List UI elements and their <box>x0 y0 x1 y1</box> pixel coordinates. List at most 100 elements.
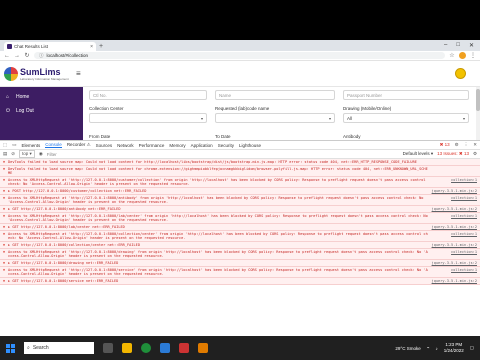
maximize-button[interactable]: □ <box>456 42 460 49</box>
console-message: Access to XMLHttpRequest at 'http://127.… <box>8 250 428 258</box>
chrome-icon[interactable] <box>141 343 151 353</box>
page-scrollbar[interactable] <box>476 87 480 140</box>
console-error-row[interactable]: ✖ Access to XMLHttpRequest at 'http://127… <box>0 249 480 260</box>
console-source-link[interactable] <box>429 160 477 164</box>
windows-start-icon[interactable] <box>6 343 15 353</box>
console-source-link[interactable]: collection:1 <box>429 214 477 222</box>
name-placeholder: Name <box>219 92 232 98</box>
console-error-row[interactable]: ✖ Access to XMLHttpRequest at 'http://127… <box>0 267 480 278</box>
console-source-link[interactable]: collection:1 <box>429 250 477 258</box>
url-text: localhost/#/collection <box>46 53 89 58</box>
console-error-row[interactable]: ✖ ► POST http://127.0.0.1:8000/customer/c… <box>0 188 480 195</box>
task-view-icon[interactable] <box>103 343 113 353</box>
console-source-link[interactable]: jquery-3.5.1.min.js:2 <box>429 243 477 247</box>
tab-memory[interactable]: Memory <box>169 143 185 148</box>
vscode-icon[interactable] <box>160 343 170 353</box>
console-settings-icon[interactable]: ⚙ <box>473 151 477 157</box>
console-source-link[interactable]: jquery-3.5.1.min.js:2 <box>429 189 477 193</box>
app-icon[interactable] <box>179 343 189 353</box>
volume-icon[interactable]: ♪ <box>435 346 437 351</box>
console-source-link[interactable]: collection:1 <box>429 268 477 276</box>
eye-icon[interactable]: ◉ <box>39 151 43 157</box>
console-source-link[interactable]: jquery-3.5.1.min.js:2 <box>429 261 477 265</box>
devtools-menu-icon[interactable]: ⋮ <box>464 142 469 148</box>
forward-icon[interactable]: → <box>14 53 20 59</box>
issues-counter[interactable]: 13 Issues: ✖ 13 <box>437 151 469 157</box>
star-icon[interactable]: ☆ <box>449 52 455 59</box>
sidebar-item-label: Log Out <box>16 108 34 114</box>
console-error-row[interactable]: ✖ DevTools failed to load source map: Cou… <box>0 166 480 177</box>
console-source-link[interactable]: collection:1 <box>429 178 477 186</box>
close-devtools-icon[interactable]: ✕ <box>473 142 477 148</box>
tab-sources[interactable]: Sources <box>96 143 113 148</box>
app-icon[interactable] <box>198 343 208 353</box>
requested-by-select[interactable]: ▾ <box>215 113 335 123</box>
url-field[interactable]: ⓘ localhost/#/collection <box>34 52 445 59</box>
console-error-row[interactable]: ✖ Access to XMLHttpRequest at 'http://127… <box>0 231 480 242</box>
tab-network[interactable]: Network <box>117 143 134 148</box>
collection-center-select[interactable]: ▾ <box>89 113 207 123</box>
close-tab-icon[interactable]: × <box>90 44 93 50</box>
console-error-row[interactable]: ✖ ► GET http://127.0.0.1:8000/lab/center … <box>0 224 480 231</box>
console-source-link[interactable]: jquery-3.5.1.min.js:2 <box>429 225 477 229</box>
browser-tab[interactable]: Chat Results List × <box>4 42 96 51</box>
tab-application[interactable]: Application <box>191 143 213 148</box>
notifications-icon[interactable]: ▢ <box>470 345 474 351</box>
tab-elements[interactable]: Elements <box>22 143 41 148</box>
console-source-link[interactable]: collection:1 <box>429 196 477 204</box>
taskbar-search[interactable]: ⌕ Search <box>24 342 94 354</box>
clear-console-icon[interactable]: ⊘ <box>11 151 15 157</box>
console-error-row[interactable]: ✖ ► GET http://127.0.0.1:8000/service net… <box>0 278 480 285</box>
error-count-badge[interactable]: ✖ 13 <box>440 142 450 148</box>
console-message: Access to XMLHttpRequest at 'http://127.… <box>8 232 428 240</box>
sidebar-toggle-icon[interactable]: ▤ <box>3 151 7 157</box>
tab-console[interactable]: Console <box>45 142 62 148</box>
console-source-link[interactable]: collection:1 <box>429 232 477 240</box>
console-source-link[interactable]: jquery-3.5.1.min.js:2 <box>429 279 477 283</box>
hamburger-menu-icon[interactable]: ≡ <box>76 69 81 78</box>
log-levels-select[interactable]: Default levels ▾ <box>403 151 434 157</box>
sidebar-item-home[interactable]: ⌂ Home <box>0 90 83 104</box>
sidebar-item-logout[interactable]: ⏻ Log Out <box>0 104 83 118</box>
file-explorer-icon[interactable] <box>122 343 132 353</box>
passport-placeholder: Passport Number <box>347 92 383 98</box>
scrollbar-thumb[interactable] <box>476 89 480 111</box>
device-toggle-icon[interactable]: ▭ <box>12 142 16 148</box>
console-filter-input[interactable]: Filter <box>47 152 399 157</box>
console-source-link[interactable] <box>429 167 477 175</box>
close-window-button[interactable]: ✕ <box>469 42 474 49</box>
console-error-row[interactable]: ✖ ► GET http://127.0.0.1:8000/antibody ne… <box>0 206 480 213</box>
main-form: Ctl No. Name Passport Number Collection … <box>83 87 480 140</box>
console-error-row[interactable]: ✖ ► GET http://127.0.0.1:8000/drawing net… <box>0 260 480 267</box>
tab-recorder[interactable]: Recorder ⚠ <box>67 142 91 148</box>
tab-performance[interactable]: Performance <box>139 143 165 148</box>
ctl-no-field[interactable]: Ctl No. <box>89 90 207 100</box>
inspect-icon[interactable]: ⬚ <box>3 142 7 148</box>
devtools-tabbar: ⬚ ▭ Elements Console Recorder ⚠ Sources … <box>0 141 480 150</box>
name-field[interactable]: Name <box>215 90 335 100</box>
back-icon[interactable]: ← <box>4 53 10 59</box>
minimize-button[interactable]: – <box>444 42 447 49</box>
weather-text[interactable]: 29°C Smoke <box>395 346 420 351</box>
drawing-selected-value: All <box>347 115 353 121</box>
console-filterbar: ▤ ⊘ top ▾ ◉ Filter Default levels ▾ 13 I… <box>0 150 480 159</box>
tab-security[interactable]: Security <box>218 143 234 148</box>
clock[interactable]: 1:23 PM 1/24/2022 <box>444 342 464 354</box>
drawing-select[interactable]: All ▾ <box>343 113 469 123</box>
passport-number-field[interactable]: Passport Number <box>343 90 469 100</box>
console-error-row[interactable]: ✖ ► GET http://127.0.0.1:8000/collection/… <box>0 242 480 249</box>
console-error-row[interactable]: ✖ Access to XMLHttpRequest at 'http://127… <box>0 195 480 206</box>
reload-icon[interactable]: ↻ <box>24 52 30 59</box>
console-error-row[interactable]: ✖ DevTools failed to load source map: Cou… <box>0 159 480 166</box>
console-error-row[interactable]: ✖ Access to XMLHttpRequest at 'http://127… <box>0 177 480 188</box>
menu-kebab-icon[interactable]: ⋮ <box>470 52 476 59</box>
new-tab-button[interactable]: + <box>99 42 103 51</box>
console-source-link[interactable]: jquery-3.5.1.min.js:2 <box>429 207 477 211</box>
settings-gear-icon[interactable]: ⚙ <box>455 142 459 148</box>
user-avatar[interactable] <box>455 68 466 79</box>
context-select[interactable]: top ▾ <box>19 150 35 158</box>
console-error-row[interactable]: ✖ Access to XMLHttpRequest at 'http://127… <box>0 213 480 224</box>
network-icon[interactable]: ⌁ <box>427 345 430 351</box>
tab-lighthouse[interactable]: Lighthouse <box>239 143 261 148</box>
profile-avatar[interactable] <box>459 52 466 59</box>
